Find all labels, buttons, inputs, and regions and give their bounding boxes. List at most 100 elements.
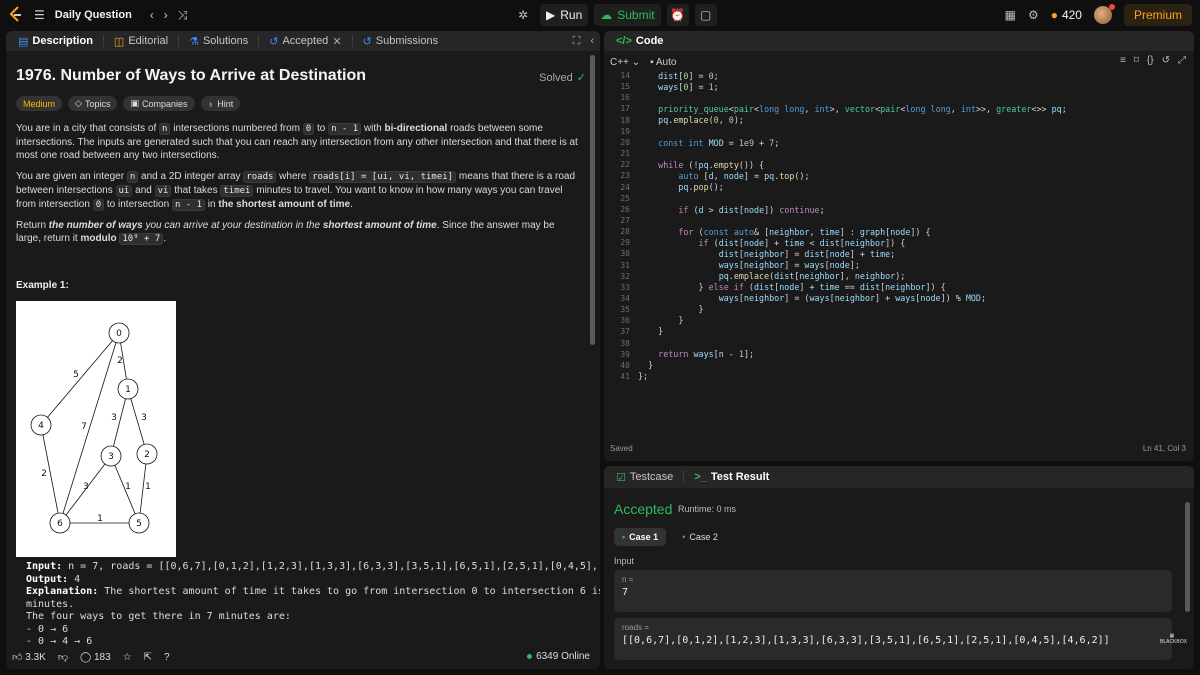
tab-divider (102, 35, 104, 47)
topics-chip[interactable]: ◇ Topics (68, 96, 118, 111)
tab-accepted[interactable]: ↺ Accepted ✕ (263, 35, 347, 48)
tab-submissions[interactable]: ↺ Submissions (357, 35, 445, 48)
line-number: 38 (620, 338, 630, 348)
debug-icon[interactable]: ✲ (512, 4, 534, 26)
dislike-icon[interactable]: 👎︎ (58, 651, 68, 663)
tab-label: Testcase (629, 471, 674, 483)
text: to (314, 123, 329, 134)
code-editor[interactable]: 14 15 16 17 18 19 20 21 22 23 24 25 26 27 28 29 30 31 32 33… (604, 69, 1194, 409)
tab-label: Solutions (202, 35, 249, 47)
fullscreen-icon[interactable]: ⛶ (573, 35, 581, 48)
like-button[interactable]: 👍︎ 3.3K (12, 651, 46, 663)
line-number: 17 (620, 104, 630, 114)
line-number: 23 (620, 171, 630, 181)
close-tab-icon[interactable]: ✕ (332, 35, 341, 48)
chip-label: Hint (217, 98, 234, 109)
streak-counter[interactable]: ● 420 (1051, 8, 1082, 22)
premium-button[interactable]: Premium (1123, 4, 1192, 26)
submit-button[interactable]: ☁ Submit (594, 4, 661, 26)
graph-node-6: 6 (57, 519, 63, 529)
code-line: ways[neighbor] = (ways[neighbor] + ways[… (718, 293, 986, 303)
line-number: 21 (620, 149, 630, 159)
explanation-text: minutes. (26, 598, 75, 610)
comments-button[interactable]: ◯ 183 (80, 652, 111, 663)
code-line: } (638, 360, 654, 370)
next-problem-icon[interactable]: › (164, 8, 168, 22)
example-title: Example 1: (16, 280, 69, 291)
star-icon[interactable]: ☆ (123, 652, 132, 663)
auto-mode[interactable]: ▪ Auto (650, 57, 676, 68)
graph-node-5: 5 (136, 519, 142, 529)
inline-code: 10⁹ + 7 (119, 233, 164, 245)
line-number: 33 (620, 282, 630, 292)
text: You are given an integer (16, 171, 127, 182)
collapse-panel-icon[interactable]: ‹ (590, 35, 594, 47)
notes-icon[interactable]: ▢ (694, 4, 717, 26)
bookmark-icon[interactable]: ⌑ (1134, 55, 1139, 66)
notification-dot (1108, 4, 1115, 10)
graph-weight: 1 (125, 482, 131, 492)
tab-editorial[interactable]: ◫ Editorial (108, 35, 174, 48)
case-2-tab[interactable]: • Case 2 (674, 528, 726, 546)
format-icon[interactable]: ≡ (1120, 55, 1126, 66)
settings-gear-icon[interactable]: ⚙ (1028, 8, 1039, 22)
tab-testcase[interactable]: ☑ Testcase (610, 471, 679, 484)
text: where (276, 171, 310, 182)
graph-node-0: 0 (116, 329, 122, 339)
prev-problem-icon[interactable]: ‹ (150, 8, 154, 22)
input-heading: Input (614, 556, 635, 566)
pass-dot: • (682, 532, 686, 542)
problem-paragraph-2: You are given an integer n and a 2D inte… (16, 170, 578, 212)
run-button[interactable]: ▶ Run (540, 4, 589, 26)
code-line: if (d > dist[node]) continue; (678, 205, 825, 215)
timer-icon[interactable]: ⏰ (666, 4, 689, 26)
problem-paragraph-1: You are in a city that consists of n int… (16, 122, 578, 162)
inline-code: roads (243, 171, 277, 183)
tab-description[interactable]: ▤ Description (12, 35, 99, 48)
graph-weight: 3 (111, 413, 117, 423)
description-scrollbar[interactable] (590, 55, 595, 345)
tab-divider (178, 35, 180, 47)
case-1-tab[interactable]: • Case 1 (614, 528, 667, 546)
tab-label: Submissions (375, 35, 439, 47)
graph-weight: 1 (145, 482, 151, 492)
list-icon[interactable]: ☰ (34, 8, 45, 22)
code-icon: </> (616, 35, 632, 47)
comment-count: 183 (93, 651, 111, 663)
line-number: 40 (620, 360, 630, 370)
runtime: Runtime: 0 ms (678, 504, 737, 514)
result-panel: ☑ Testcase >_ Test Result Accepted Runtime… (604, 466, 1194, 669)
terminal-icon: >_ (694, 471, 707, 483)
shuffle-icon[interactable]: ⤨ (178, 8, 188, 23)
tab-test-result[interactable]: >_ Test Result (688, 471, 775, 483)
expand-icon[interactable]: ⤢ (1178, 55, 1186, 66)
online-count: 6349 Online (527, 651, 590, 662)
hint-chip[interactable]: ♁ Hint (200, 96, 241, 111)
case-label: Case 2 (689, 532, 718, 542)
help-icon[interactable]: ? (164, 652, 170, 663)
blackbox-logo-icon[interactable]: ▦ BLACKBOX (1160, 633, 1187, 657)
tab-label: Code (635, 35, 664, 47)
example-block: Input: n = 7, roads = [[0,6,7],[0,1,2],[… (26, 561, 600, 649)
saved-status: Saved (610, 444, 633, 453)
code-line: dist[0] = 0; (658, 71, 719, 81)
bold-text: bi-directional (384, 123, 448, 134)
output-label: Output: (26, 573, 69, 585)
braces-icon[interactable]: {} (1147, 55, 1154, 66)
input-label: Input: (26, 561, 63, 572)
companies-chip[interactable]: ▣ Companies (123, 96, 195, 111)
roads-value-box: roads = [[0,6,7],[0,1,2],[1,2,3],[1,3,3]… (614, 618, 1172, 660)
explanation-text: - 0 → 6 (26, 623, 69, 635)
problem-list-link[interactable]: Daily Question (55, 9, 132, 21)
tab-code[interactable]: </> Code (610, 35, 669, 47)
tab-solutions[interactable]: ⚗ Solutions (183, 35, 254, 48)
result-scrollbar[interactable] (1185, 502, 1190, 612)
description-tabs: ▤ Description ◫ Editorial ⚗ Solutions ↺ Acce… (6, 31, 600, 51)
reset-icon[interactable]: ↺ (1162, 55, 1170, 66)
graph-weight: 2 (41, 469, 47, 479)
share-icon[interactable]: ⇱ (144, 652, 152, 663)
layout-grid-icon[interactable]: ▦ (1005, 8, 1016, 22)
leetcode-logo-icon[interactable] (8, 6, 24, 24)
language-select[interactable]: C++ ⌄ (610, 57, 640, 68)
avatar[interactable] (1093, 4, 1115, 24)
